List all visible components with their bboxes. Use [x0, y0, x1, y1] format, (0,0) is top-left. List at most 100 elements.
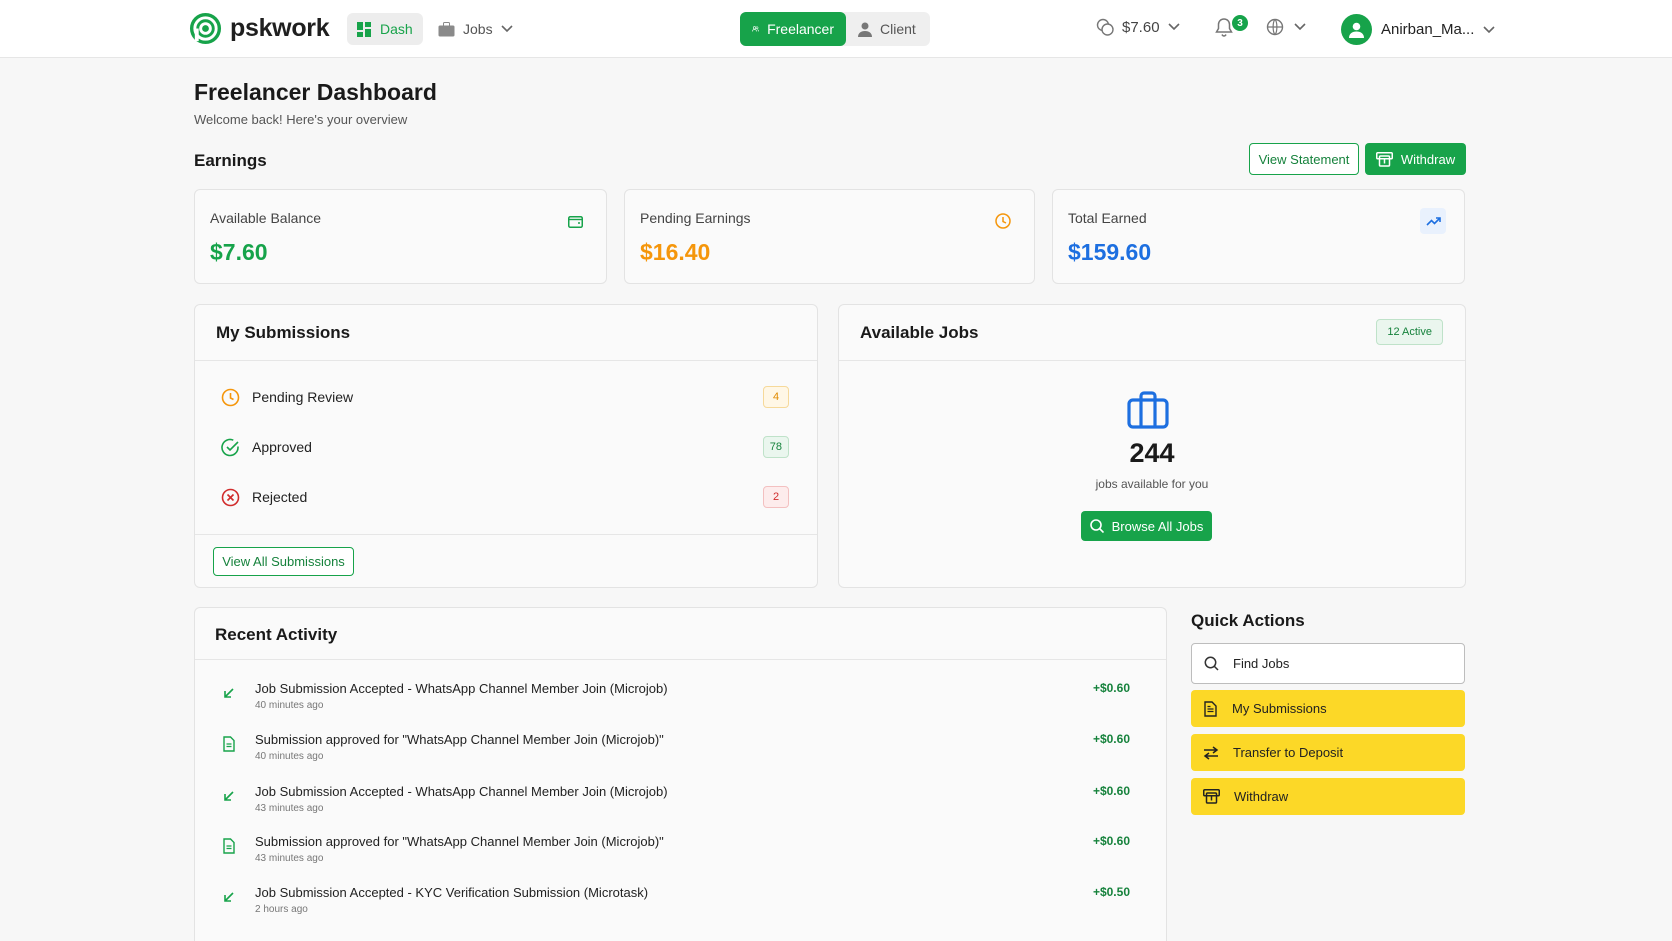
nav-jobs-label: Jobs	[463, 21, 493, 37]
withdraw-button[interactable]: Withdraw	[1365, 143, 1466, 175]
role-client-button[interactable]: Client	[846, 12, 930, 46]
card-header: My Submissions	[195, 305, 817, 361]
role-switcher: Freelancer Client	[740, 12, 930, 46]
arrow-down-left-icon	[224, 688, 234, 698]
page-subtitle: Welcome back! Here's your overview	[194, 112, 408, 127]
list-item[interactable]: Job Submission Accepted - WhatsApp Chann…	[195, 784, 1166, 828]
clock-icon	[990, 208, 1016, 234]
activity-title: Submission approved for "WhatsApp Channe…	[255, 732, 664, 747]
list-item[interactable]: Job Submission Accepted - WhatsApp Chann…	[195, 681, 1166, 725]
activity-title: Job Submission Accepted - KYC Verificati…	[255, 885, 649, 900]
divider	[195, 534, 817, 535]
my-submissions-title: My Submissions	[216, 323, 351, 342]
brand-logo[interactable]: pskwork	[189, 12, 330, 45]
nav-jobs-dropdown[interactable]: Jobs	[428, 13, 523, 45]
submission-label: Pending Review	[252, 389, 354, 405]
quick-actions-title: Quick Actions	[1191, 611, 1305, 630]
activity-amount: +$0.60	[1092, 834, 1130, 848]
bell-icon[interactable]	[1215, 17, 1233, 37]
view-all-submissions-button[interactable]: View All Submissions	[213, 547, 354, 576]
stat-label: Pending Earnings	[640, 210, 751, 226]
coins-icon	[1096, 18, 1114, 36]
globe-icon	[1266, 18, 1284, 36]
total-earned-card: Total Earned $159.60	[1052, 189, 1465, 284]
briefcase-icon	[438, 21, 455, 36]
approved-count-badge: 78	[762, 436, 789, 458]
transfer-to-deposit-button[interactable]: Transfer to Deposit	[1191, 734, 1465, 771]
activity-title: Job Submission Accepted - WhatsApp Chann…	[255, 784, 668, 799]
activity-title: Job Submission Accepted - WhatsApp Chann…	[255, 681, 668, 696]
submission-row-rejected[interactable]: Rejected 2	[221, 482, 789, 512]
available-jobs-title: Available Jobs	[860, 323, 979, 342]
role-client-label: Client	[880, 21, 916, 37]
username: Anirban_Ma...	[1381, 21, 1475, 38]
available-balance-value: $7.60	[210, 239, 268, 265]
user-menu[interactable]: Anirban_Ma...	[1341, 14, 1495, 45]
role-freelancer-button[interactable]: Freelancer	[740, 12, 846, 46]
document-icon	[223, 736, 235, 752]
total-earned-value: $159.60	[1068, 239, 1152, 265]
available-jobs-card: Available Jobs 12 Active 244 jobs availa…	[838, 304, 1466, 588]
activity-time: 2 hours ago	[255, 904, 308, 915]
chevron-down-icon	[1483, 25, 1495, 33]
submission-row-pending[interactable]: Pending Review 4	[221, 382, 789, 412]
user-icon	[1349, 22, 1364, 38]
recent-activity-card: Recent Activity Job Submission Accepted …	[194, 607, 1167, 941]
user-icon	[858, 22, 872, 37]
list-item[interactable]: Submission approved for "WhatsApp Channe…	[195, 732, 1166, 776]
language-dropdown[interactable]	[1266, 18, 1306, 36]
wallet-balance: $7.60	[1122, 18, 1160, 36]
top-navbar: pskwork Dash Jobs Freelancer Client $7.6…	[0, 0, 1672, 58]
jobs-caption: jobs available for you	[1095, 477, 1209, 491]
withdraw-icon	[1203, 789, 1220, 804]
list-item[interactable]: Submission approved for "WhatsApp Channe…	[195, 834, 1166, 878]
view-statement-button[interactable]: View Statement	[1249, 143, 1359, 175]
nav-dash-label: Dash	[380, 21, 413, 37]
transfer-to-deposit-label: Transfer to Deposit	[1233, 745, 1344, 760]
find-jobs-button[interactable]: Find Jobs	[1191, 643, 1465, 684]
wallet-dropdown[interactable]: $7.60	[1096, 18, 1180, 36]
chevron-down-icon	[1167, 23, 1180, 31]
activity-time: 43 minutes ago	[255, 803, 324, 814]
clock-icon	[221, 388, 240, 406]
my-submissions-card: My Submissions Pending Review 4 Approved…	[194, 304, 818, 588]
pending-earnings-value: $16.40	[640, 239, 711, 265]
check-circle-icon	[221, 438, 239, 456]
dashboard-icon	[357, 21, 371, 37]
role-freelancer-label: Freelancer	[767, 21, 834, 37]
pending-count-badge: 4	[763, 386, 789, 408]
nav-dash[interactable]: Dash	[347, 13, 423, 45]
withdraw-icon	[1375, 151, 1393, 167]
trending-up-icon	[1420, 208, 1446, 234]
jobs-count: 244	[1129, 438, 1175, 468]
withdraw-quick-label: Withdraw	[1234, 789, 1289, 804]
find-jobs-label: Find Jobs	[1233, 656, 1290, 671]
list-item[interactable]: Job Submission Accepted - KYC Verificati…	[195, 885, 1166, 929]
chevron-down-icon	[1294, 23, 1306, 31]
logo-icon	[189, 12, 222, 45]
activity-amount: +$0.50	[1092, 885, 1130, 899]
search-icon	[1089, 519, 1104, 533]
search-icon	[1204, 656, 1219, 671]
transfer-icon	[1203, 745, 1219, 760]
activity-time: 43 minutes ago	[255, 853, 324, 864]
submission-row-approved[interactable]: Approved 78	[221, 432, 789, 462]
withdraw-label: Withdraw	[1400, 151, 1456, 167]
document-icon	[223, 838, 235, 854]
browse-all-jobs-label: Browse All Jobs	[1111, 518, 1204, 534]
notification-badge: 3	[1232, 15, 1248, 31]
browse-all-jobs-button[interactable]: Browse All Jobs	[1081, 511, 1212, 541]
card-header: Available Jobs 12 Active	[839, 305, 1465, 361]
earnings-title: Earnings	[194, 151, 267, 170]
rejected-count-badge: 2	[763, 486, 789, 508]
arrow-down-left-icon	[224, 791, 234, 801]
stat-label: Total Earned	[1068, 210, 1147, 226]
avatar	[1341, 14, 1372, 45]
wallet-icon	[562, 208, 588, 234]
my-submissions-button[interactable]: My Submissions	[1191, 690, 1465, 727]
brand-name: pskwork	[230, 14, 330, 42]
withdraw-quick-button[interactable]: Withdraw	[1191, 778, 1465, 815]
activity-amount: +$0.60	[1092, 784, 1130, 798]
activity-amount: +$0.60	[1092, 681, 1130, 695]
activity-time: 40 minutes ago	[255, 700, 324, 711]
